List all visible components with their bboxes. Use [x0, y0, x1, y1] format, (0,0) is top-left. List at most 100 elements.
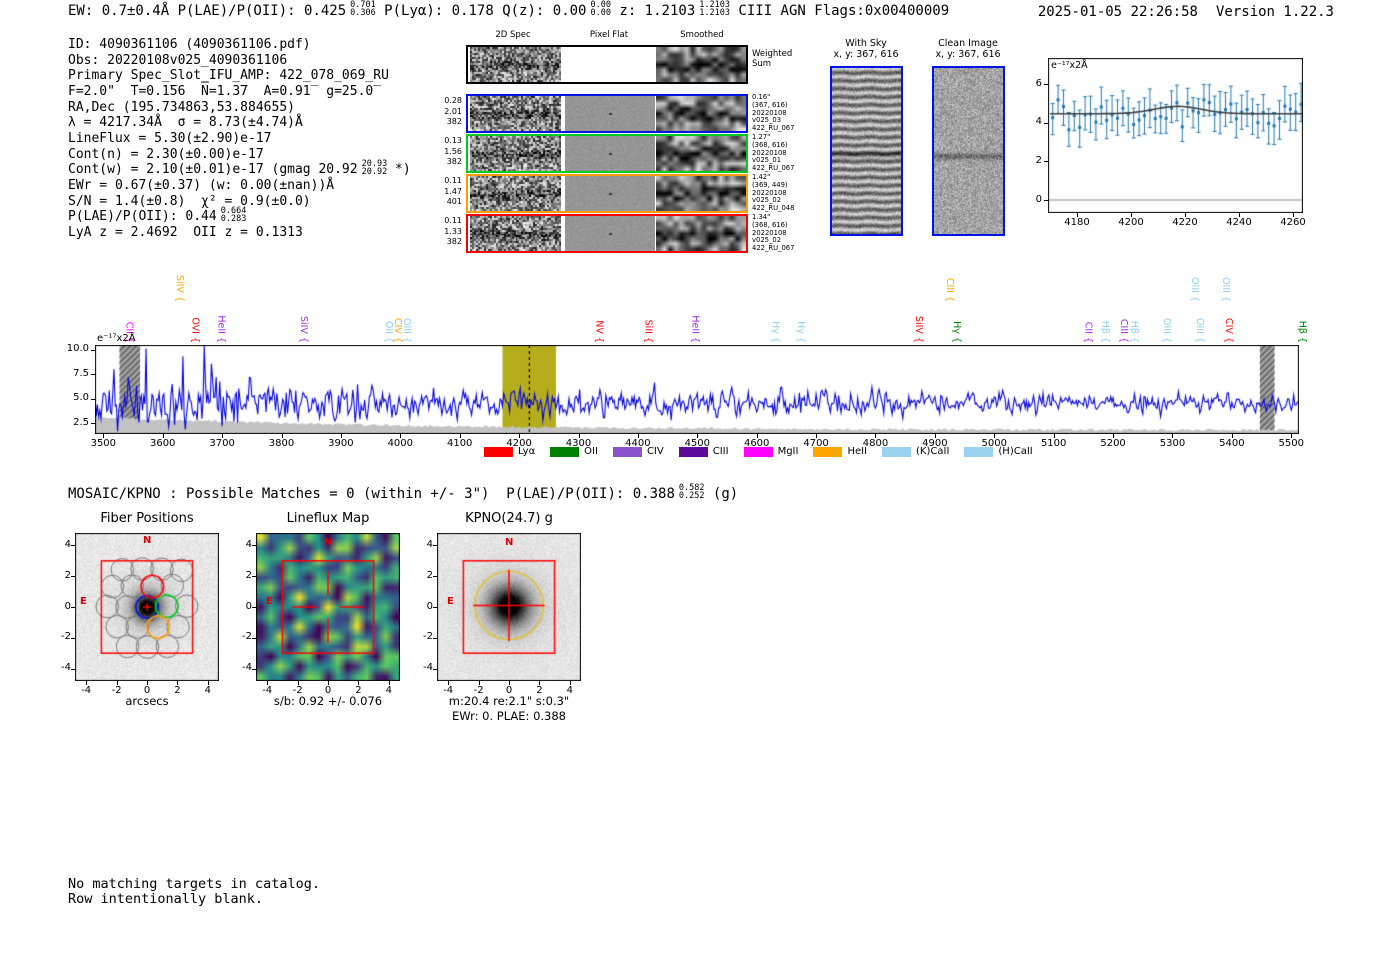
axis-tick: [433, 668, 437, 670]
legend-item: CIII: [678, 446, 729, 457]
legend-label: MgII: [777, 446, 799, 457]
y-tick-label: 0: [245, 600, 252, 612]
y-tick-label: -4: [423, 662, 433, 674]
spectrum-unit-label: e⁻¹⁷x2Å: [97, 333, 136, 344]
y-tick-label: -2: [242, 631, 252, 643]
y-tick-label: -2: [423, 631, 433, 643]
emission-line-label: OIII {: [1219, 277, 1231, 302]
y-tick-label: 4: [1035, 116, 1042, 128]
superscript-subscript-value: 0.664 0.283: [220, 206, 247, 224]
with-sky-image: [832, 68, 901, 234]
emission-line-label: HeII {: [689, 315, 701, 343]
footer-note-2: Row intentionally blank.: [68, 891, 264, 907]
info-line: Cont(w) = 2.10(±0.01)e-17 (gmag 20.92 20.…: [68, 160, 411, 178]
lineflux-map-canvas: [256, 533, 400, 681]
text-segment: P(LAE)/P(OII): 0.425: [177, 3, 347, 19]
lineflux-east-label: E: [266, 596, 273, 607]
info-line: ID: 4090361106 (4090361106.pdf): [68, 37, 311, 52]
axis-tick: [252, 637, 256, 639]
fiber-metric: 2.01: [444, 106, 462, 116]
text-segment: MOSAIC/KPNO : Possible Matches = 0 (with…: [68, 486, 675, 502]
y-tick-label: 10.0: [66, 343, 89, 355]
text-segment: (g): [704, 486, 739, 502]
cutout-row-left-metrics: 0.13 1.56 382: [428, 136, 462, 168]
fiber-metric: 401: [446, 197, 462, 206]
axis-tick: [71, 576, 75, 578]
y-tick-label: 2: [426, 569, 433, 581]
legend-label: (K)CaII: [916, 446, 950, 457]
y-tick-label: 5.0: [73, 392, 89, 404]
report-version: Version 1.22.3: [1215, 4, 1334, 20]
axis-tick: [433, 545, 437, 547]
with-sky-panel: [830, 66, 903, 236]
report-datetime: 2025-01-05 22:26:58: [1037, 4, 1198, 20]
legend-item: OII: [550, 446, 598, 457]
kpno-east-label: E: [447, 596, 454, 607]
cutout-row-left-metrics: 0.11 1.47 401: [428, 176, 462, 208]
y-tick-label: -4: [242, 662, 252, 674]
y-tick-label: 0: [426, 600, 433, 612]
kpno-north-label: N: [505, 537, 514, 548]
legend-swatch: [484, 446, 513, 457]
fiber-north-label: N: [143, 535, 152, 546]
superscript-subscript-value: 0.00 0.00: [590, 0, 611, 18]
x-tick-label: 5300: [1159, 438, 1186, 449]
fiber-positions-title: Fiber Positions: [100, 511, 194, 526]
cutout-row-right-info: 0.16" (367, 616) 20220108 v025_03 422_RU_067: [752, 93, 794, 133]
axis-tick: [433, 607, 437, 608]
fiber-metric: 382: [446, 117, 462, 126]
smoothed-image: [656, 216, 746, 251]
2d-spec-image: [470, 136, 561, 171]
fiber-metric: 0.11: [444, 176, 462, 185]
pixel-flat-image: [565, 96, 655, 131]
legend-swatch: [612, 446, 642, 457]
text-segment: Cont(w) = 2.10(±0.01)e-17 (gmag 20.92: [68, 162, 358, 178]
y-tick-label: 4: [245, 538, 252, 550]
legend-swatch: [964, 446, 994, 457]
fiber-info: 422_RU_067: [752, 164, 795, 173]
full-spectrum-canvas: [95, 345, 1299, 434]
kpno-xlabel-1: m:20.4 re:2.1" s:0.3": [448, 694, 570, 708]
axis-tick: [71, 545, 75, 547]
legend-item: CIV: [612, 446, 664, 457]
cutout-row-left-metrics: 0.28 2.01 382: [428, 96, 462, 128]
header-summary: EW: 0.7±0.4Å P(LAE)/P(OII): 0.425 0.701 0.…: [68, 0, 949, 19]
y-tick-label: -4: [61, 662, 71, 674]
axis-tick: [252, 668, 256, 670]
col-header-smoothed: Smoothed: [680, 30, 724, 40]
legend-swatch: [678, 446, 708, 457]
x-tick-label: 5100: [1040, 438, 1067, 449]
lineflux-map-title: Lineflux Map: [286, 511, 370, 526]
emission-line-label: OVI {: [189, 317, 201, 343]
emission-line-label: SiIV {: [173, 274, 185, 302]
fiber-xlabel: arcsecs: [125, 694, 169, 708]
y-tick-label: -2: [61, 631, 71, 643]
y-tick-label: 4: [64, 538, 71, 550]
x-tick-label: 4260: [1280, 217, 1306, 228]
legend-item: Lyα: [484, 446, 535, 457]
info-line: λ = 4217.34Å σ = 8.73(±4.74)Å: [68, 115, 303, 131]
superscript-subscript-value: 1.2103 1.2103: [699, 0, 730, 18]
footer-note-1: No matching targets in catalog.: [68, 876, 320, 892]
cutout-row-right-info: 1.27" (368, 616) 20220108 v025_01 422_RU_067: [752, 133, 795, 173]
cutout-row-right-info: 1.42" (369, 449) 20220108 v025_02 422_RU_048: [752, 173, 794, 213]
info-line: LineFlux = 5.30(±2.90)e-17: [68, 130, 272, 146]
cutout-row-fiber-3: [466, 174, 748, 213]
emission-line-label: CII {: [1082, 321, 1094, 343]
cutout-row-left-metrics: 0.11 1.33 382: [428, 216, 462, 248]
kpno-xlabel-2: EWr: 0. PLAE: 0.388: [452, 709, 566, 723]
text-segment: Q(z): 0.00: [502, 3, 587, 19]
axis-tick: [433, 576, 437, 578]
fiber-east-label: E: [80, 596, 87, 607]
pixel-flat-image: [565, 216, 655, 251]
emission-line-label: SiIV {: [913, 315, 925, 343]
info-line: EWr = 0.67(±0.37) (w: 0.00(±nan))Å: [68, 177, 335, 193]
x-tick-label: 5500: [1278, 438, 1304, 449]
info-line: P(LAE)/P(OII): 0.44 0.664 0.283: [68, 206, 411, 225]
info-line: RA,Dec (195.734863,53.884655): [68, 99, 295, 115]
2d-spec-image: [470, 96, 561, 131]
catalog-match-summary: MOSAIC/KPNO : Possible Matches = 0 (with…: [68, 484, 739, 502]
legend-swatch: [882, 446, 912, 457]
emission-line-label: OIII {: [1161, 318, 1173, 343]
legend-item: (K)CaII: [882, 446, 949, 457]
